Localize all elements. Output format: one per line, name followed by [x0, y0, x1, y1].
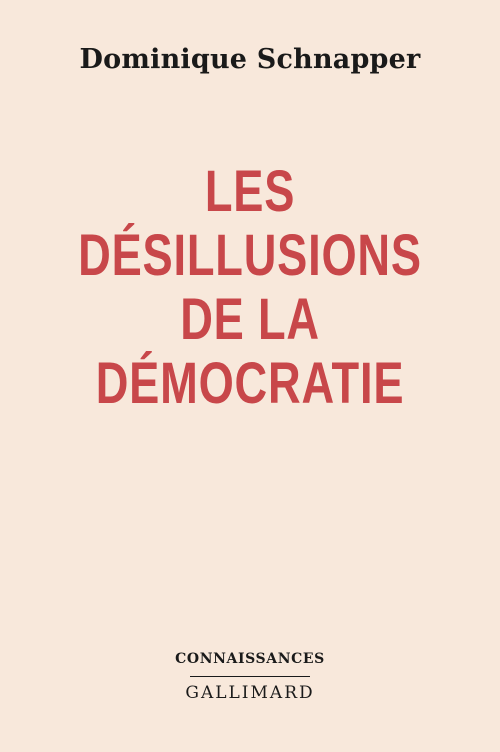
series-name: CONNAISSANCES — [175, 651, 325, 667]
title-line-2: DE LA — [180, 287, 320, 352]
publisher-name: GALLIMARD — [185, 683, 315, 703]
book-cover: Dominique Schnapper LES DÉSILLUSIONS DE … — [0, 0, 500, 752]
title-line-3: DÉMOCRATIE — [95, 351, 405, 416]
title-line-1: LES DÉSILLUSIONS — [78, 159, 422, 288]
author-name: Dominique Schnapper — [79, 44, 421, 75]
divider-rule — [190, 676, 310, 677]
book-title: LES DÉSILLUSIONS DE LA DÉMOCRATIE — [0, 160, 500, 416]
